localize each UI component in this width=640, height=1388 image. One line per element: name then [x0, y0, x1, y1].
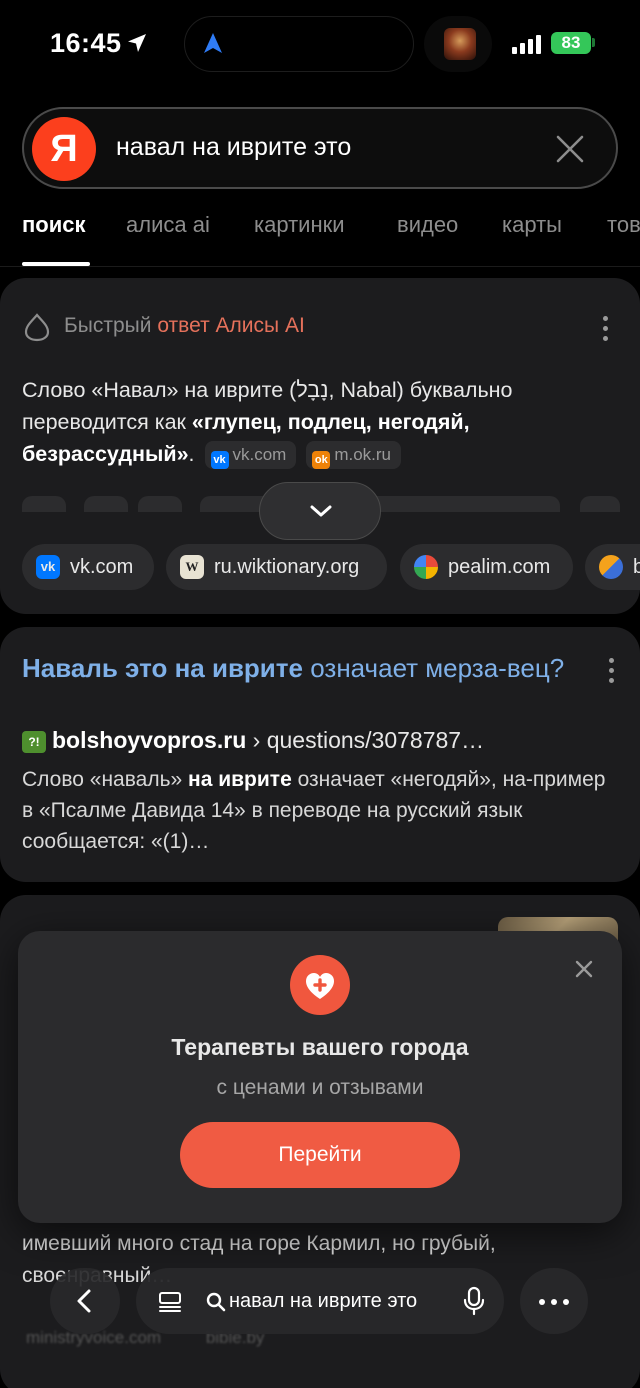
battery-indicator: 83 — [551, 32, 591, 54]
pealim-icon — [414, 555, 438, 579]
search-icon — [206, 1292, 226, 1312]
ai-text-end: . — [188, 442, 195, 466]
tab-video[interactable]: видео — [397, 212, 458, 238]
source-pill-wiktionary[interactable]: W ru.wiktionary.org — [166, 544, 387, 590]
inline-source-ok[interactable]: ok m.ok.ru — [306, 441, 402, 470]
source-pill-label: b — [633, 556, 640, 578]
battery-tip — [592, 38, 595, 47]
dot — [539, 1299, 545, 1305]
status-bar: 16:45 83 — [0, 0, 640, 90]
search-input[interactable]: навал на иврите это — [116, 133, 351, 162]
search-bar[interactable]: Я навал на иврите это — [22, 107, 618, 189]
result-url[interactable]: ?! bolshoyvopros.ru › questions/3078787… — [22, 727, 484, 754]
chevron-down-icon — [310, 505, 332, 517]
popup-title: Терапевты вашего города — [171, 1034, 469, 1060]
snippet-part: Слово «наваль» — [22, 768, 189, 791]
tab-images[interactable]: картинки — [254, 212, 345, 238]
bolshoyvopros-favicon-icon: ?! — [22, 731, 46, 753]
expand-answer-button[interactable] — [259, 482, 381, 540]
source-pill-label: vk.com — [70, 556, 134, 578]
tab-goods[interactable]: тов — [607, 212, 640, 238]
source-pill-label: pealim.com — [448, 556, 551, 578]
close-icon[interactable] — [574, 959, 594, 979]
navigation-icon — [204, 33, 222, 53]
result-path: › questions/3078787… — [246, 727, 485, 753]
bible-icon — [599, 555, 623, 579]
go-button[interactable]: Перейти — [180, 1122, 460, 1188]
result-title-link[interactable]: Наваль это на иврите означает мерза-вец? — [22, 650, 582, 686]
dot — [551, 1299, 557, 1305]
tab-maps[interactable]: карты — [502, 212, 562, 238]
popup-subtitle: с ценами и отзывами — [216, 1076, 424, 1099]
result-title-bold: Наваль это на иврите — [22, 653, 303, 683]
source-pill-label: ru.wiktionary.org — [214, 556, 360, 578]
snippet-bold: на иврите — [188, 768, 292, 791]
ai-answer-text: Слово «Навал» на иврите (נָבָל, Nabal) б… — [22, 374, 622, 470]
tab-search[interactable]: поиск — [22, 212, 86, 238]
location-arrow-icon — [128, 34, 146, 52]
result-title-rest: означает мерза-вец? — [303, 653, 565, 683]
ai-card-menu-icon[interactable] — [603, 316, 609, 346]
source-pill-pealim[interactable]: pealim.com — [400, 544, 573, 590]
back-button[interactable] — [50, 1268, 120, 1334]
odnoklassniki-icon: ok — [312, 451, 331, 470]
ai-label-prefix: Быстрый — [64, 314, 152, 337]
result-snippet: Слово «наваль» на иврите означает «негод… — [22, 764, 622, 857]
cellular-signal-icon — [512, 35, 541, 54]
divider — [0, 266, 640, 267]
microphone-icon[interactable] — [463, 1286, 485, 1316]
vk-icon: vk — [36, 555, 60, 579]
clear-search-icon[interactable] — [552, 131, 588, 167]
ai-label-accent: ответ Алисы AI — [157, 314, 305, 337]
bottom-search-query[interactable]: навал на иврите это — [229, 1290, 417, 1313]
source-pill-more[interactable]: b — [585, 544, 640, 590]
alice-icon — [24, 313, 50, 342]
vk-icon: vk — [210, 451, 229, 470]
ai-answer-label: Быстрый ответ Алисы AI — [64, 314, 305, 338]
tab-alice-ai[interactable]: алиса ai — [126, 212, 210, 238]
source-pill-vk[interactable]: vk vk.com — [22, 544, 154, 590]
clock: 16:45 — [50, 28, 122, 58]
medical-heart-icon — [290, 955, 350, 1015]
tabs-icon[interactable] — [158, 1290, 182, 1314]
more-button[interactable] — [520, 1268, 588, 1334]
wikipedia-icon: W — [180, 555, 204, 579]
yandex-logo[interactable]: Я — [32, 117, 96, 181]
chevron-left-icon — [77, 1289, 91, 1313]
inline-source-label: m.ok.ru — [334, 445, 392, 465]
result-domain: bolshoyvopros.ru — [52, 727, 247, 753]
album-art-icon — [444, 28, 476, 60]
inline-source-vk[interactable]: vk vk.com — [204, 441, 297, 470]
result-menu-icon[interactable] — [609, 658, 615, 688]
dot — [563, 1299, 569, 1305]
inline-source-label: vk.com — [232, 445, 287, 465]
